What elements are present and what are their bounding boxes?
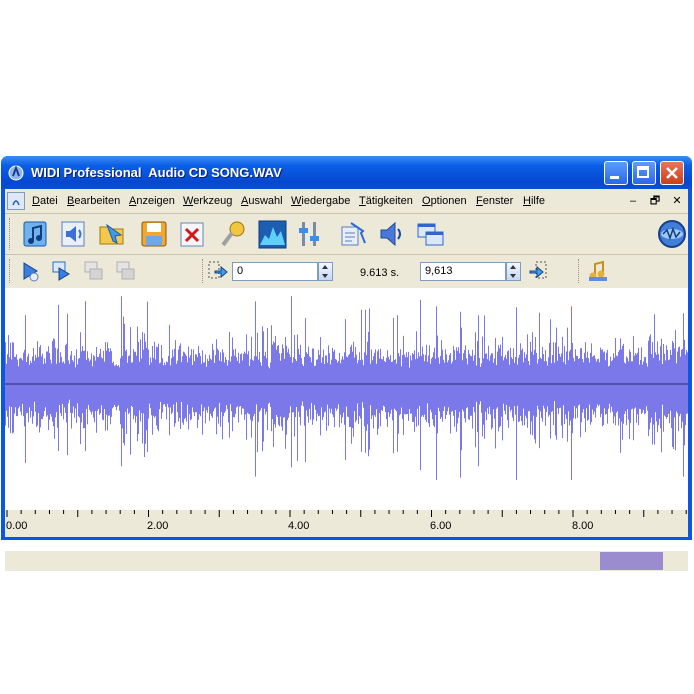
selection-end-icon[interactable] xyxy=(528,260,550,282)
menu-datei[interactable]: Datei xyxy=(32,195,58,207)
selection-end-field[interactable]: 9,613 xyxy=(420,262,506,281)
mdi-restore-button[interactable]: 🗗 xyxy=(647,193,663,209)
selection-start-spinner[interactable] xyxy=(318,262,333,281)
mdi-minimize-button[interactable]: – xyxy=(625,193,641,209)
music-note-icon[interactable] xyxy=(587,260,609,282)
menu-fenster[interactable]: Fenster xyxy=(476,195,513,207)
menu-taetigkeiten[interactable]: Tätigkeiten xyxy=(359,195,413,207)
selection-start-field[interactable]: 0 xyxy=(232,262,318,281)
stop-button[interactable] xyxy=(115,260,137,282)
close-button[interactable] xyxy=(660,161,684,185)
title-bar[interactable]: WIDI Professional Audio CD SONG.WAV xyxy=(1,156,692,189)
menu-bearbeiten[interactable]: Bearbeiten xyxy=(67,195,120,207)
scrollbar-thumb[interactable] xyxy=(600,552,663,570)
menu-anzeigen[interactable]: Anzeigen xyxy=(129,195,175,207)
play-button[interactable] xyxy=(19,260,41,282)
selection-start-icon[interactable] xyxy=(207,260,229,282)
menu-auswahl[interactable]: Auswahl xyxy=(241,195,283,207)
delete-button[interactable] xyxy=(177,219,207,249)
menu-bar: Datei Bearbeiten Anzeigen Werkzeug Auswa… xyxy=(5,189,688,214)
time-tick-label: 8.00 xyxy=(572,520,594,532)
toolbar-grip-2[interactable] xyxy=(9,259,13,283)
menu-werkzeug[interactable]: Werkzeug xyxy=(183,195,232,207)
widi-logo-icon[interactable] xyxy=(657,219,687,249)
maximize-button[interactable] xyxy=(632,161,656,185)
main-toolbar xyxy=(5,214,688,255)
app-icon[interactable] xyxy=(7,164,25,182)
selection-end-spinner[interactable] xyxy=(506,262,521,281)
open-audio-button[interactable] xyxy=(58,219,88,249)
volume-button[interactable] xyxy=(377,219,407,249)
client-area: Datei Bearbeiten Anzeigen Werkzeug Auswa… xyxy=(5,189,688,571)
waveform-view[interactable] xyxy=(5,288,688,510)
window-title: WIDI Professional Audio CD SONG.WAV xyxy=(31,165,282,180)
toolbar-grip-4[interactable] xyxy=(578,259,582,283)
document-system-menu-icon[interactable] xyxy=(7,192,25,210)
save-button[interactable] xyxy=(139,219,169,249)
toolbar-grip-3[interactable] xyxy=(202,259,206,283)
time-ruler[interactable]: 0.00 2.00 4.00 6.00 8.00 xyxy=(5,510,688,537)
selection-length-label: 9.613 s. xyxy=(360,267,400,279)
toolbar-grip[interactable] xyxy=(9,218,13,250)
close-icon xyxy=(666,167,678,179)
new-midi-button[interactable] xyxy=(21,219,51,249)
horizontal-scrollbar[interactable] xyxy=(5,550,688,571)
time-tick-label: 0.00 xyxy=(6,520,28,532)
spectrum-button[interactable] xyxy=(257,219,287,249)
time-tick-label: 6.00 xyxy=(430,520,452,532)
maximize-icon xyxy=(637,166,649,178)
app-window: WIDI Professional Audio CD SONG.WAV Date… xyxy=(1,156,692,571)
windows-button[interactable] xyxy=(415,219,445,249)
menu-hilfe[interactable]: Hilfe xyxy=(523,195,545,207)
minimize-icon xyxy=(610,176,619,179)
waveform[interactable] xyxy=(5,288,688,510)
play-selection-button[interactable] xyxy=(83,260,105,282)
convert-button[interactable] xyxy=(337,219,367,249)
open-folder-button[interactable] xyxy=(97,219,127,249)
equalizer-button[interactable] xyxy=(295,219,325,249)
microphone-button[interactable] xyxy=(218,219,248,249)
time-tick-label: 4.00 xyxy=(288,520,310,532)
minimize-button[interactable] xyxy=(604,161,628,185)
time-tick-label: 2.00 xyxy=(147,520,169,532)
play-loop-button[interactable] xyxy=(51,260,73,282)
menu-wiedergabe[interactable]: Wiedergabe xyxy=(291,195,350,207)
menu-optionen[interactable]: Optionen xyxy=(422,195,467,207)
playback-toolbar: 0 9.613 s. 9,613 xyxy=(5,255,688,287)
mdi-close-button[interactable]: ✕ xyxy=(669,193,685,209)
